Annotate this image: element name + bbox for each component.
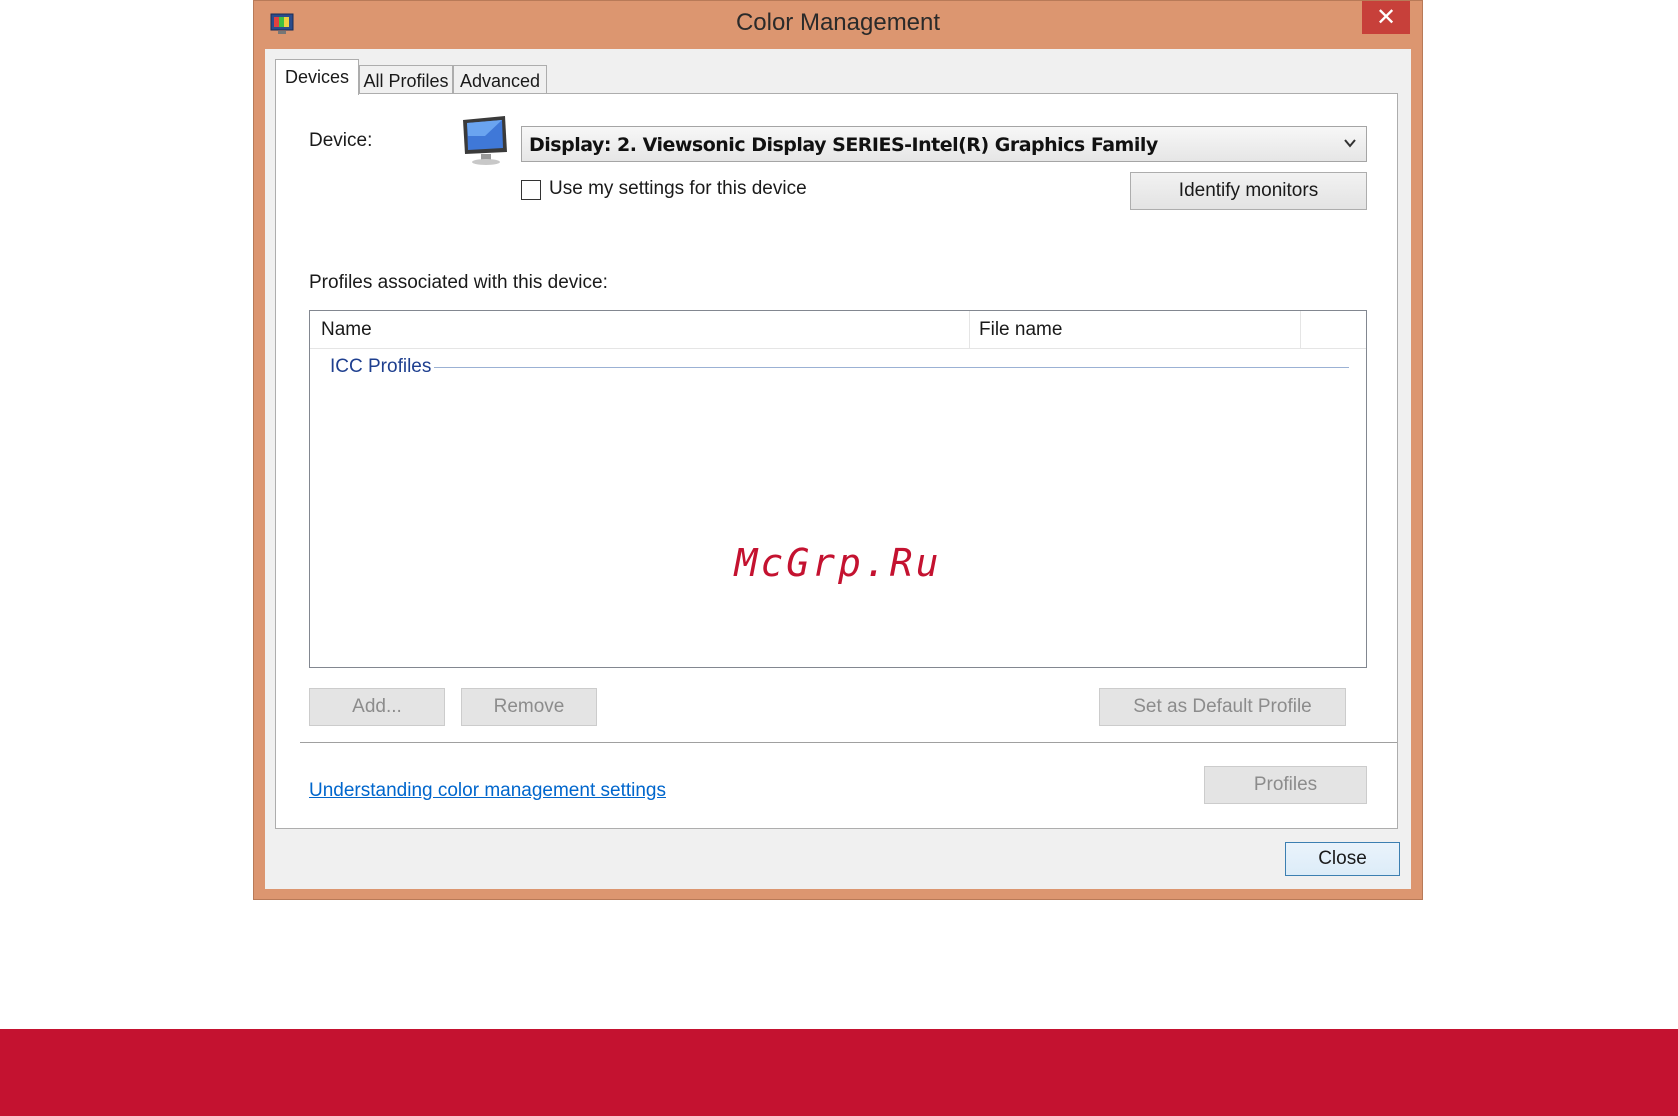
tab-devices[interactable]: Devices [275, 59, 359, 95]
set-default-profile-button[interactable]: Set as Default Profile [1099, 688, 1346, 726]
group-header-icc-profiles[interactable]: ICC Profiles [330, 356, 431, 378]
monitor-icon [463, 116, 507, 165]
profiles-list[interactable]: Name File name ICC Profiles McGrp.Ru [309, 310, 1367, 668]
tab-advanced[interactable]: Advanced [453, 65, 547, 95]
use-my-settings-label[interactable]: Use my settings for this device [549, 178, 807, 200]
group-divider [434, 367, 1349, 368]
color-management-window: Color Management ✕ Devices All Profiles … [253, 0, 1423, 900]
title-bar[interactable]: Color Management ✕ [254, 1, 1422, 49]
dialog-client: Devices All Profiles Advanced Device: Di… [265, 49, 1411, 889]
column-separator [969, 311, 970, 348]
brand-bar [0, 1029, 1678, 1116]
device-dropdown[interactable]: Display: 2. Viewsonic Display SERIES-Int… [521, 126, 1367, 162]
profiles-button[interactable]: Profiles [1204, 766, 1367, 804]
remove-profile-button[interactable]: Remove [461, 688, 597, 726]
devices-panel: Device: Display: 2. Viewsonic Display SE… [275, 93, 1398, 829]
column-header-file-name[interactable]: File name [979, 319, 1062, 341]
identify-monitors-button[interactable]: Identify monitors [1130, 172, 1367, 210]
use-my-settings-checkbox[interactable] [521, 180, 541, 200]
device-dropdown-value: Display: 2. Viewsonic Display SERIES-Int… [529, 134, 1158, 156]
list-header: Name File name [310, 311, 1366, 349]
device-label: Device: [309, 130, 373, 151]
column-separator [1300, 311, 1301, 348]
chevron-down-icon [1344, 139, 1356, 148]
column-header-name[interactable]: Name [321, 319, 372, 341]
section-divider [300, 742, 1397, 743]
close-window-button[interactable]: ✕ [1362, 1, 1410, 34]
help-link[interactable]: Understanding color management settings [309, 780, 666, 802]
profiles-associated-label: Profiles associated with this device: [309, 272, 608, 293]
window-title: Color Management [735, 9, 941, 36]
close-button[interactable]: Close [1285, 842, 1400, 876]
add-profile-button[interactable]: Add... [309, 688, 445, 726]
watermark: McGrp.Ru [734, 541, 942, 585]
tab-all-profiles[interactable]: All Profiles [359, 65, 453, 95]
